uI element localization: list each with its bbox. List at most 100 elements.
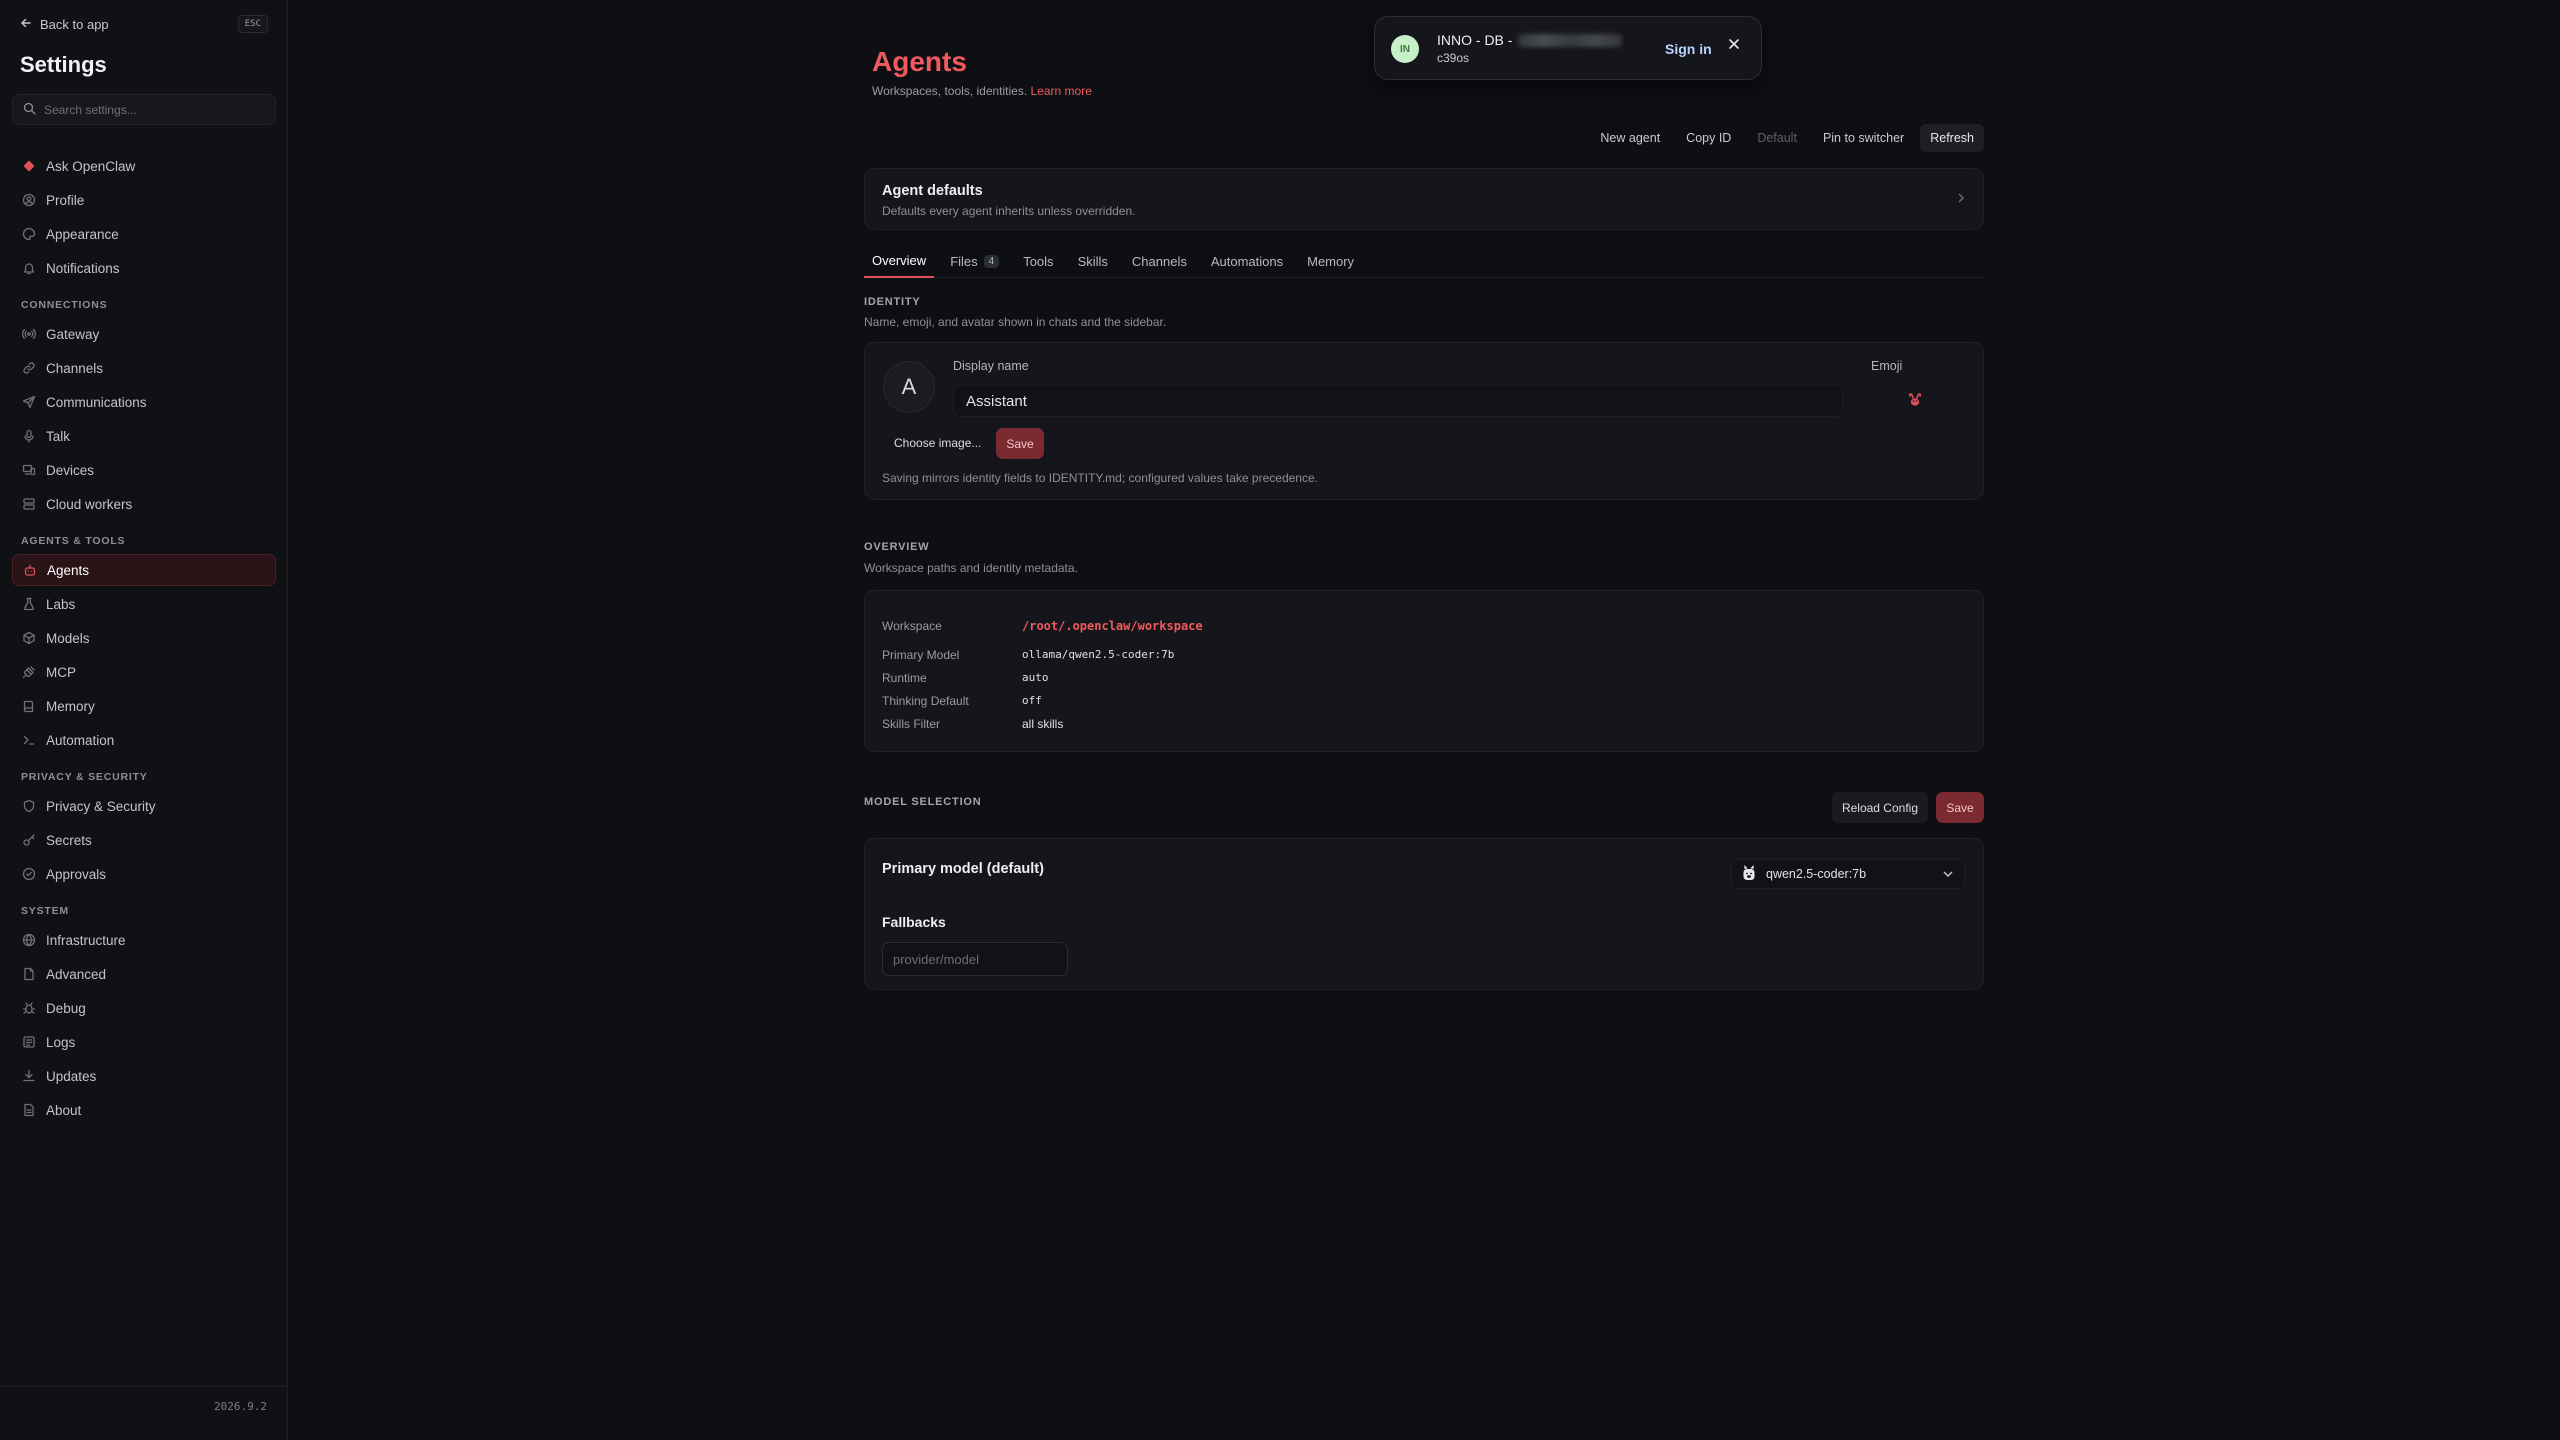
toast-title-text: INNO - DB -	[1437, 32, 1513, 48]
sidebar-item-updates[interactable]: Updates	[12, 1060, 276, 1092]
copy-id-button[interactable]: Copy ID	[1676, 124, 1741, 152]
tab-tools[interactable]: Tools	[1015, 244, 1061, 278]
toast-title: INNO - DB -	[1437, 32, 1623, 48]
reload-config-button[interactable]: Reload Config	[1831, 792, 1928, 823]
emoji-picker[interactable]	[1863, 385, 1967, 417]
sidebar-item-agents[interactable]: Agents	[12, 554, 276, 586]
tab-files[interactable]: Files 4	[942, 244, 1007, 278]
ollama-icon	[1742, 864, 1756, 884]
overview-key: Thinking Default	[882, 694, 969, 708]
sidebar-item-debug[interactable]: Debug	[12, 992, 276, 1024]
model-save-button[interactable]: Save	[1936, 792, 1984, 823]
tab-count-badge: 4	[983, 254, 1000, 268]
sidebar-item-mcp[interactable]: MCP	[12, 656, 276, 688]
user-circle-icon	[22, 193, 36, 207]
sidebar-item-talk[interactable]: Talk	[12, 420, 276, 452]
overview-row-primary-model: Primary Model ollama/qwen2.5-coder:7b	[882, 648, 1682, 662]
sidebar-item-profile[interactable]: Profile	[12, 184, 276, 216]
tab-label: Channels	[1131, 253, 1187, 269]
sign-in-button[interactable]: Sign in	[1665, 41, 1712, 57]
sidebar-item-labs[interactable]: Labs	[12, 588, 276, 620]
globe-icon	[22, 933, 36, 947]
sidebar-item-communications[interactable]: Communications	[12, 386, 276, 418]
arrow-left-icon	[20, 17, 32, 32]
shield-icon	[22, 799, 36, 813]
toast-subtitle: c39os	[1437, 51, 1470, 65]
app-version: 2026.9.2	[214, 1400, 267, 1413]
settings-search[interactable]	[12, 94, 276, 125]
key-icon	[22, 833, 36, 847]
sidebar-footer-divider	[0, 1386, 288, 1387]
sidebar-item-label: Updates	[46, 1068, 97, 1084]
sidebar-item-models[interactable]: Models	[12, 622, 276, 654]
sidebar-item-approvals[interactable]: Approvals	[12, 858, 276, 890]
overview-value[interactable]: /root/.openclaw/workspace	[1022, 619, 1203, 633]
bell-icon	[22, 261, 36, 275]
back-to-app-link[interactable]: Back to app	[20, 17, 109, 32]
chevron-right-icon	[1957, 191, 1965, 207]
sidebar-item-notifications[interactable]: Notifications	[12, 252, 276, 284]
tab-label: Memory	[1307, 253, 1355, 269]
sidebar-item-logs[interactable]: Logs	[12, 1026, 276, 1058]
choose-image-button[interactable]: Choose image...	[883, 428, 993, 458]
sidebar-item-label: Approvals	[46, 866, 107, 882]
tab-skills[interactable]: Skills	[1070, 244, 1116, 278]
agent-defaults-card[interactable]: Agent defaults Defaults every agent inhe…	[864, 168, 1984, 230]
account-toast: IN INNO - DB - c39os Sign in	[1374, 16, 1762, 80]
broadcast-icon	[22, 327, 36, 341]
settings-search-input[interactable]	[44, 102, 264, 117]
sidebar-item-privacy-security[interactable]: Privacy & Security	[12, 790, 276, 822]
sidebar-item-cloud-workers[interactable]: Cloud workers	[12, 488, 276, 520]
sidebar-item-channels[interactable]: Channels	[12, 352, 276, 384]
cube-icon	[22, 631, 36, 645]
tab-label: Skills	[1077, 253, 1108, 269]
link-icon	[22, 361, 36, 375]
set-default-button[interactable]: Default	[1747, 124, 1807, 152]
tab-channels[interactable]: Channels	[1124, 244, 1195, 278]
sidebar-item-infrastructure[interactable]: Infrastructure	[12, 924, 276, 956]
nav-section-title: AGENTS & TOOLS	[21, 535, 126, 547]
book-icon	[22, 699, 36, 713]
new-agent-button[interactable]: New agent	[1590, 124, 1670, 152]
overview-row-thinking-default: Thinking Default off	[882, 694, 1682, 708]
tab-overview[interactable]: Overview	[864, 244, 935, 278]
tab-label: Files	[950, 253, 978, 269]
sidebar-item-secrets[interactable]: Secrets	[12, 824, 276, 856]
sidebar-item-about[interactable]: About	[12, 1094, 276, 1126]
sidebar-item-gateway[interactable]: Gateway	[12, 318, 276, 350]
sidebar-item-advanced[interactable]: Advanced	[12, 958, 276, 990]
identity-section-title: IDENTITY	[864, 296, 921, 308]
sidebar-item-label: Memory	[46, 698, 95, 714]
esc-shortcut-badge: ESC	[237, 15, 268, 33]
claw-logo-icon	[22, 159, 36, 173]
sidebar-item-label: Talk	[46, 428, 71, 444]
overview-key: Workspace	[882, 619, 942, 633]
sidebar-item-ask-openclaw[interactable]: Ask OpenClaw	[12, 150, 276, 182]
fallback-model-input[interactable]	[882, 942, 1068, 976]
overview-value: ollama/qwen2.5-coder:7b	[1022, 648, 1175, 661]
agent-avatar[interactable]: A	[883, 361, 935, 413]
sidebar-item-automation[interactable]: Automation	[12, 724, 276, 756]
agent-tabs: Overview Files 4 Tools Skills Channels Automat…	[864, 244, 1984, 278]
pin-to-switcher-button[interactable]: Pin to switcher	[1813, 124, 1914, 152]
overview-row-runtime: Runtime auto	[882, 671, 1682, 685]
sidebar-item-devices[interactable]: Devices	[12, 454, 276, 486]
tab-memory[interactable]: Memory	[1299, 244, 1362, 278]
sidebar-item-label: Devices	[46, 462, 95, 478]
sidebar-item-label: Labs	[46, 596, 76, 612]
display-name-input[interactable]	[953, 385, 1843, 417]
plug-icon	[22, 665, 36, 679]
identity-save-button[interactable]: Save	[996, 428, 1044, 459]
sidebar-item-appearance[interactable]: Appearance	[12, 218, 276, 250]
settings-title: Settings	[20, 52, 107, 77]
sidebar-item-label: Communications	[46, 394, 147, 410]
tab-automations[interactable]: Automations	[1203, 244, 1291, 278]
sidebar-item-memory[interactable]: Memory	[12, 690, 276, 722]
primary-model-select[interactable]: qwen2.5-coder:7b	[1731, 859, 1965, 889]
refresh-button[interactable]: Refresh	[1920, 124, 1984, 152]
emoji-label: Emoji	[1871, 359, 1903, 373]
close-icon[interactable]	[1728, 37, 1740, 55]
learn-more-link[interactable]: Learn more	[1031, 84, 1092, 98]
account-avatar: IN	[1391, 35, 1419, 63]
sidebar-item-label: Cloud workers	[46, 496, 133, 512]
